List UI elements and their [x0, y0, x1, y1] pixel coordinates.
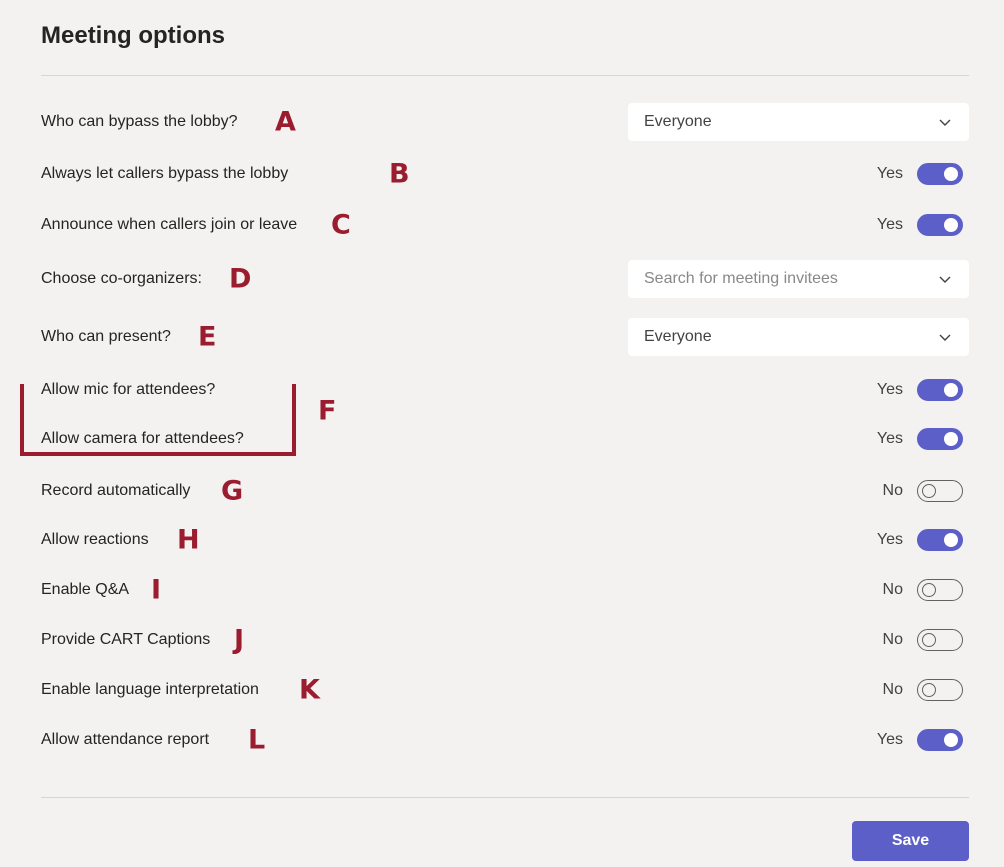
- toggle-knob: [922, 633, 936, 647]
- option-row-interpretation: Enable language interpretation K No: [41, 670, 969, 710]
- option-row-co-organizers: Choose co-organizers: D Search for meeti…: [41, 259, 969, 299]
- record-auto-toggle[interactable]: [917, 480, 963, 502]
- toggle-state-text: Yes: [876, 531, 903, 548]
- option-row-qna: Enable Q&A I No: [41, 570, 969, 610]
- option-label: Allow reactions: [41, 531, 149, 548]
- option-label: Provide CART Captions: [41, 631, 211, 648]
- toggle-knob: [922, 484, 936, 498]
- option-row-cart: Provide CART Captions J No: [41, 620, 969, 660]
- option-label: Enable language interpretation: [41, 681, 259, 698]
- option-row-record-auto: Record automatically G No: [41, 471, 969, 511]
- meeting-options-page: Meeting options Who can bypass the lobby…: [0, 0, 1004, 867]
- toggle-group: Yes: [877, 729, 963, 751]
- toggle-knob: [944, 167, 958, 181]
- who-presents-dropdown[interactable]: Everyone: [628, 318, 969, 356]
- toggle-state-text: Yes: [876, 430, 903, 447]
- toggle-state-text: Yes: [876, 216, 903, 233]
- page-title: Meeting options: [41, 22, 225, 49]
- annotation-marker: C: [331, 209, 351, 241]
- interpretation-toggle[interactable]: [917, 679, 963, 701]
- option-label: Always let callers bypass the lobby: [41, 165, 289, 182]
- toggle-group: Yes: [877, 214, 963, 236]
- toggle-state-text: No: [882, 631, 903, 648]
- toggle-knob: [944, 432, 958, 446]
- attendance-toggle[interactable]: [917, 729, 963, 751]
- option-label: Enable Q&A: [41, 581, 130, 598]
- option-label: Choose co-organizers:: [41, 270, 202, 287]
- annotation-marker: K: [299, 674, 320, 706]
- option-label: Allow mic for attendees?: [41, 381, 216, 398]
- option-row-mic-attendees: Allow mic for attendees? Yes: [41, 370, 969, 410]
- annotation-marker: A: [275, 106, 296, 138]
- chevron-down-icon: [939, 276, 951, 283]
- toggle-knob: [922, 583, 936, 597]
- annotation-marker: L: [248, 724, 266, 756]
- toggle-group: No: [879, 579, 963, 601]
- annotation-marker: H: [177, 524, 200, 556]
- save-button[interactable]: Save: [852, 821, 969, 861]
- toggle-group: No: [879, 629, 963, 651]
- cart-toggle[interactable]: [917, 629, 963, 651]
- toggle-state-text: Yes: [876, 381, 903, 398]
- toggle-group: Yes: [877, 379, 963, 401]
- toggle-knob: [944, 533, 958, 547]
- annotation-marker: G: [221, 475, 244, 507]
- option-label: Who can bypass the lobby?: [41, 113, 238, 130]
- option-label: Record automatically: [41, 482, 191, 499]
- option-label: Allow camera for attendees?: [41, 430, 244, 447]
- callers-bypass-toggle[interactable]: [917, 163, 963, 185]
- chevron-down-icon: [939, 119, 951, 126]
- option-row-lobby-bypass: Who can bypass the lobby? A Everyone: [41, 102, 969, 142]
- qna-toggle[interactable]: [917, 579, 963, 601]
- mic-attendees-toggle[interactable]: [917, 379, 963, 401]
- top-divider: [41, 75, 969, 76]
- option-row-reactions: Allow reactions H Yes: [41, 520, 969, 560]
- toggle-state-text: No: [882, 581, 903, 598]
- toggle-state-text: Yes: [876, 165, 903, 182]
- toggle-state-text: No: [882, 482, 903, 499]
- toggle-knob: [944, 383, 958, 397]
- annotation-marker: B: [389, 158, 410, 190]
- toggle-knob: [922, 683, 936, 697]
- annotation-marker: J: [234, 624, 245, 656]
- announce-callers-toggle[interactable]: [917, 214, 963, 236]
- toggle-state-text: Yes: [876, 731, 903, 748]
- annotation-marker: D: [229, 263, 252, 295]
- toggle-group: Yes: [877, 428, 963, 450]
- toggle-group: Yes: [877, 529, 963, 551]
- dropdown-value: Everyone: [644, 113, 712, 130]
- reactions-toggle[interactable]: [917, 529, 963, 551]
- toggle-group: No: [879, 679, 963, 701]
- lobby-bypass-dropdown[interactable]: Everyone: [628, 103, 969, 141]
- option-label: Who can present?: [41, 328, 171, 345]
- option-label: Allow attendance report: [41, 731, 210, 748]
- option-row-callers-bypass: Always let callers bypass the lobby B Ye…: [41, 154, 969, 194]
- dropdown-value: Everyone: [644, 328, 712, 345]
- option-row-who-presents: Who can present? E Everyone: [41, 317, 969, 357]
- toggle-knob: [944, 733, 958, 747]
- toggle-group: Yes: [877, 163, 963, 185]
- camera-attendees-toggle[interactable]: [917, 428, 963, 450]
- bottom-divider: [41, 797, 969, 798]
- picker-placeholder: Search for meeting invitees: [644, 270, 838, 287]
- option-label: Announce when callers join or leave: [41, 216, 298, 233]
- option-row-attendance: Allow attendance report L Yes: [41, 720, 969, 760]
- toggle-knob: [944, 218, 958, 232]
- option-row-camera-attendees: Allow camera for attendees? Yes: [41, 419, 969, 459]
- chevron-down-icon: [939, 334, 951, 341]
- toggle-state-text: No: [882, 681, 903, 698]
- annotation-marker: E: [198, 321, 217, 353]
- toggle-group: No: [879, 480, 963, 502]
- co-organizers-picker[interactable]: Search for meeting invitees: [628, 260, 969, 298]
- option-row-announce-callers: Announce when callers join or leave C Ye…: [41, 205, 969, 245]
- annotation-marker: I: [151, 574, 162, 606]
